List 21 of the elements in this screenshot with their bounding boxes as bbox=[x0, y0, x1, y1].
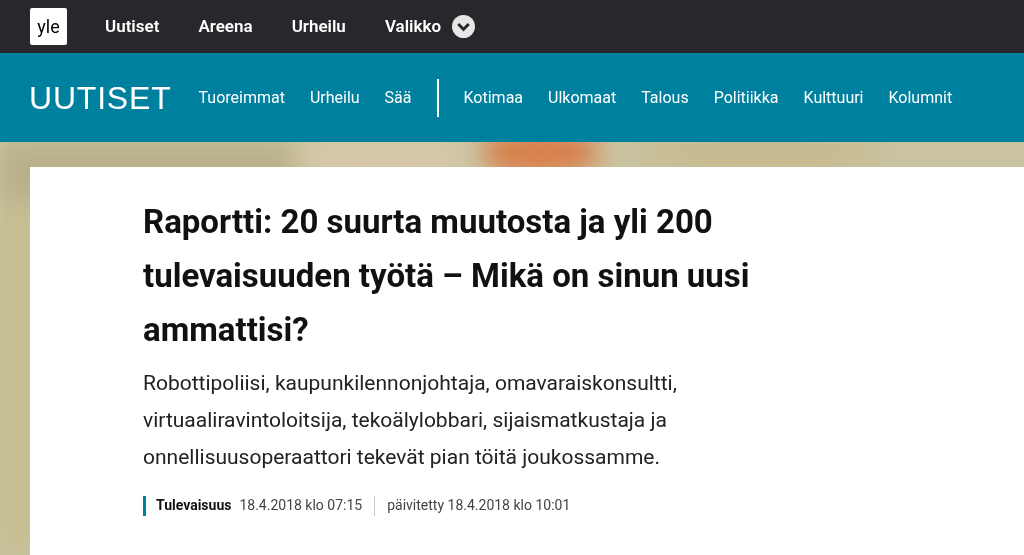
chevron-down-icon[interactable] bbox=[452, 15, 476, 38]
section-nav-link[interactable]: Kulttuuri bbox=[803, 85, 864, 110]
top-nav-link[interactable]: Uutiset bbox=[105, 13, 160, 40]
section-nav-link[interactable]: Sää bbox=[384, 85, 412, 110]
section-nav-link[interactable]: Tuoreimmat bbox=[198, 85, 285, 110]
section-nav-link[interactable]: Ulkomaat bbox=[548, 85, 617, 110]
top-nav-link[interactable]: Areena bbox=[198, 13, 253, 40]
section-nav-link[interactable]: Urheilu bbox=[309, 85, 360, 110]
category-link[interactable]: Tulevaisuus bbox=[156, 495, 232, 516]
headline: Raportti: 20 suurta muutosta ja yli 200 tulevaisuuden työtä – Mikä on sinun uusi ammattisi? bbox=[143, 201, 751, 351]
lead-paragraph: Robottipoliisi, kaupunkilennonjohtaja, omavaraiskonsultti, virtuaaliravintoloitsija, tekoälylobbari, sijaismatkustaja ja onnellisuusoperaattori tekevät pian töitä joukossamme. bbox=[143, 370, 678, 471]
section-nav-link[interactable]: Kotimaa bbox=[463, 85, 524, 110]
section-nav-link[interactable]: Politiikka bbox=[713, 85, 779, 110]
yle-logo[interactable]: yle bbox=[30, 8, 67, 45]
menu-link[interactable]: Valikko bbox=[384, 13, 442, 40]
publish-date: 18.4.2018 klo 07:15 bbox=[239, 496, 363, 515]
section-nav-link[interactable]: Kolumnit bbox=[888, 85, 953, 110]
top-nav-link[interactable]: Urheilu bbox=[291, 13, 346, 40]
update-date: päivitetty 18.4.2018 klo 10:01 bbox=[387, 496, 571, 515]
section-nav-link[interactable]: Talous bbox=[641, 85, 689, 110]
section-title[interactable]: UUTISET bbox=[29, 73, 172, 122]
